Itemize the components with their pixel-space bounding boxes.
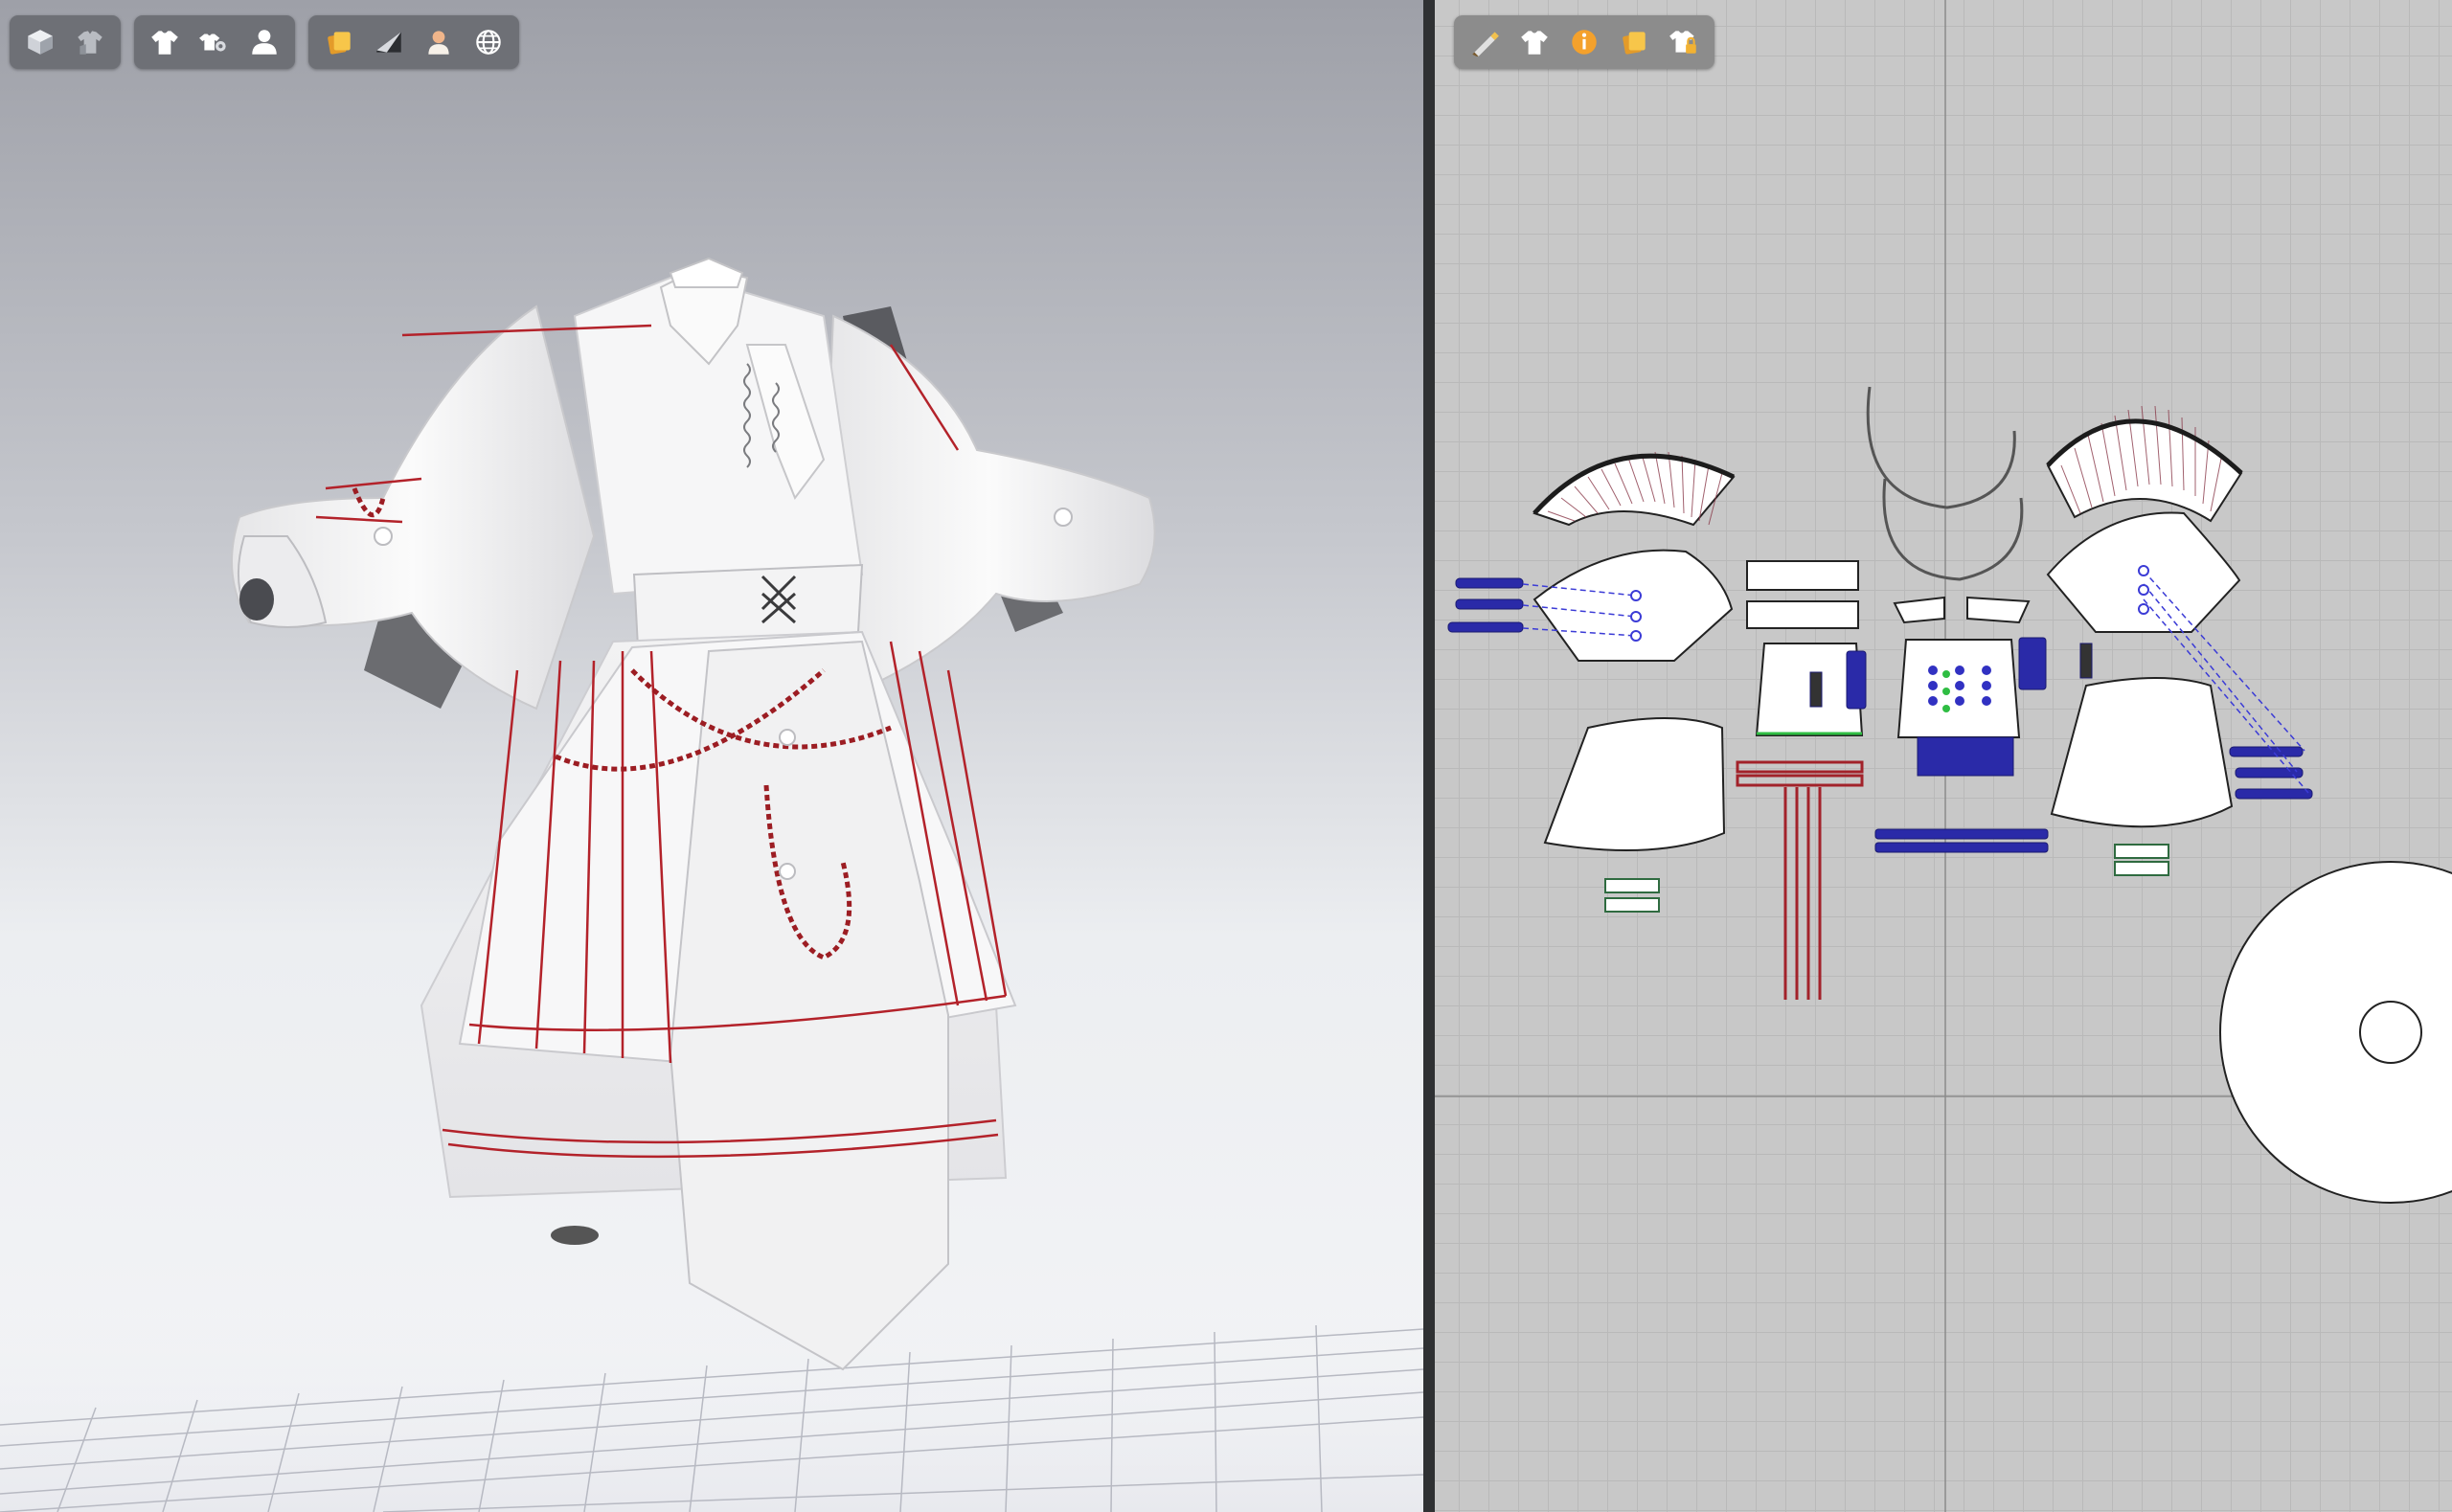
toolbar-group-render [308,15,519,69]
pattern-piece[interactable] [2052,678,2232,826]
viewport-divider[interactable] [1423,0,1435,1512]
garment-ghost-icon[interactable] [67,19,113,65]
avatar-icon[interactable] [241,19,287,65]
pattern-piece[interactable] [1747,601,1858,628]
pattern-piece[interactable] [1534,551,1732,661]
shading-icon[interactable] [366,19,412,65]
globe-icon[interactable] [465,19,511,65]
pattern-piece[interactable] [1868,387,2014,508]
clothing-design-app [0,0,2452,1512]
pattern-piece[interactable] [2360,1002,2421,1063]
cube-icon[interactable] [17,19,63,65]
pattern-piece[interactable] [1545,718,1724,850]
pattern-piece[interactable] [1747,561,1858,590]
info-icon[interactable] [1561,19,1607,65]
pen-tool-icon[interactable] [1462,19,1508,65]
toolbar-group-display [10,15,121,69]
2d-view-toolbar [1454,15,1714,69]
toolbar-group-2d [1454,15,1714,69]
tshirt-pin-icon[interactable] [192,19,238,65]
2d-pattern-window[interactable] [1435,0,2452,1512]
tshirt-icon[interactable] [1511,19,1557,65]
texture-icon[interactable] [1611,19,1657,65]
tshirt-icon[interactable] [142,19,188,65]
tshirt-lock-icon[interactable] [1661,19,1707,65]
pattern-canvas[interactable] [1435,0,2452,1512]
pattern-piece[interactable] [1967,598,2029,622]
pattern-piece[interactable] [1895,598,1944,622]
3d-garment-dress[interactable] [0,0,1423,1512]
3d-avatar-window[interactable] [0,0,1423,1512]
avatar-skin-icon[interactable] [416,19,462,65]
toolbar-group-garment [134,15,295,69]
texture-icon[interactable] [316,19,362,65]
3d-view-toolbar [10,15,519,69]
